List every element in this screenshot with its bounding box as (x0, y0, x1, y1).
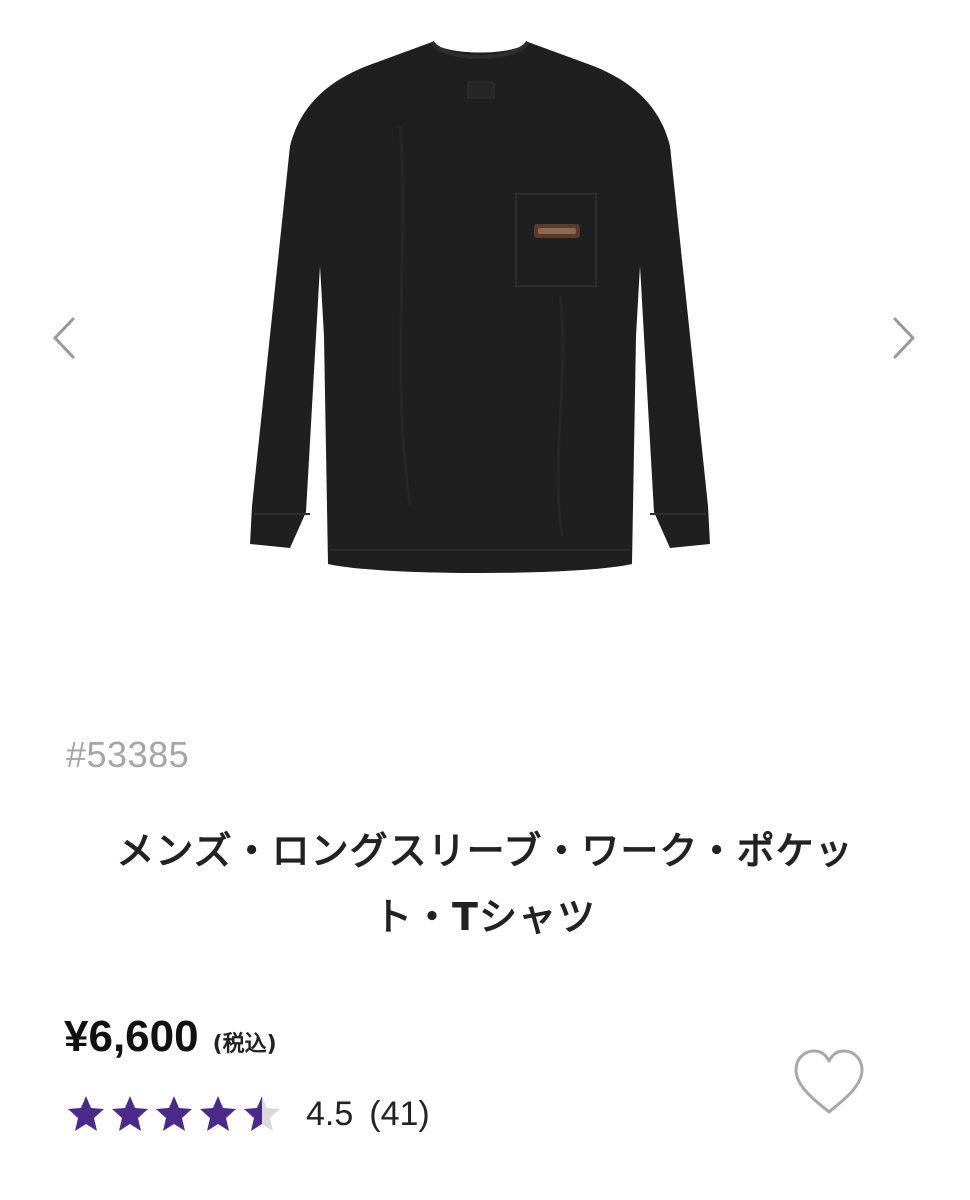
product-image-gallery (0, 0, 970, 640)
star-icon (200, 1096, 236, 1131)
star-icon (112, 1096, 148, 1131)
gallery-next-button[interactable] (884, 308, 924, 368)
product-number: #53385 (66, 734, 190, 775)
product-image (250, 40, 710, 573)
rating-row[interactable]: 4.5 (41) (66, 1094, 430, 1134)
gallery-prev-button[interactable] (44, 308, 84, 368)
star-icon (156, 1096, 192, 1131)
wishlist-heart-icon[interactable] (790, 1046, 868, 1118)
star-icon (68, 1096, 104, 1131)
rating-stars (66, 1094, 286, 1134)
rating-value: 4.5 (306, 1094, 354, 1133)
tax-included-note: (税込) (212, 1032, 277, 1057)
chevron-right-icon (893, 317, 915, 359)
product-name: メンズ・ロングスリーブ・ワーク・ポケッ ト・Tシャツ (60, 818, 910, 950)
product-name-line-1: メンズ・ロングスリーブ・ワーク・ポケッ (116, 829, 854, 873)
product-price: ¥6,600 (64, 1012, 199, 1061)
star-icon (244, 1096, 280, 1131)
review-count[interactable]: (41) (369, 1095, 429, 1134)
chevron-left-icon (53, 317, 75, 359)
price-row: ¥6,600 (税込) (64, 1012, 277, 1062)
product-name-line-2: ト・Tシャツ (374, 895, 596, 939)
